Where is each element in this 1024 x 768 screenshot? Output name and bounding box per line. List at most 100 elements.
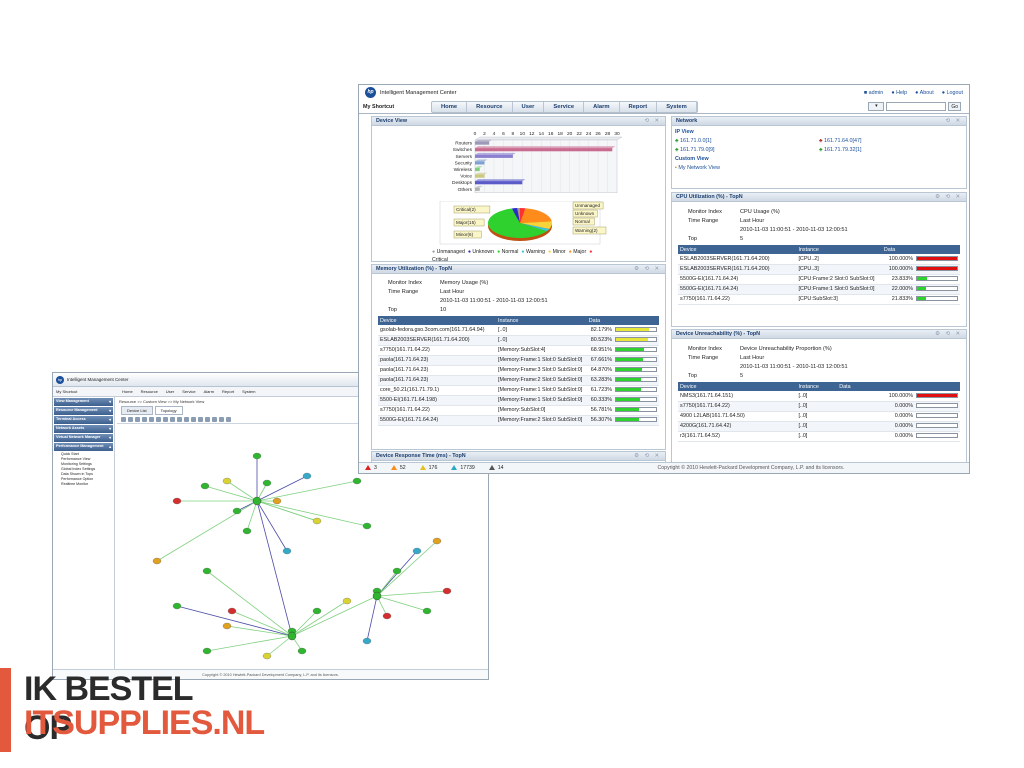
toolbar-icon[interactable]	[212, 417, 217, 422]
back-menu-home[interactable]: Home	[118, 389, 137, 394]
device-cell[interactable]: NMS3(161.71.64.151)	[678, 391, 797, 402]
device-cell[interactable]: ESLAB2003SERVER(161.71.64.200)	[378, 335, 497, 346]
about-link[interactable]: ● About	[915, 90, 934, 96]
column-header[interactable]: Data	[586, 316, 659, 325]
my-network-view-link[interactable]: ▪ My Network View	[675, 164, 963, 173]
menu-resource[interactable]: Resource	[467, 101, 513, 112]
logout-link[interactable]: ● Logout	[942, 90, 963, 96]
table-row[interactable]: r3(161.71.64.52) [..0] 0.000%	[678, 431, 960, 442]
panel-controls-icon[interactable]: ⟲ ✕	[644, 118, 661, 124]
toolbar-icon[interactable]	[135, 417, 140, 422]
sidebar-view-management[interactable]: View Management ▾	[54, 398, 113, 406]
device-cell[interactable]: 5500G-EI(161.71.64.24)	[378, 415, 497, 426]
front-shortcut[interactable]: My Shortcut	[359, 104, 431, 110]
menu-home[interactable]: Home	[432, 101, 468, 112]
go-button[interactable]: Go	[948, 102, 961, 111]
column-header[interactable]: Device	[378, 316, 497, 325]
table-row[interactable]: 5500G-EI(161.71.64.24) [Memory:Frame:2 Sl…	[378, 415, 659, 426]
alarm-warning-count[interactable]: 17739	[451, 465, 475, 471]
back-menu-alarm[interactable]: Alarm	[200, 389, 218, 394]
table-row[interactable]: paola(161.71.64.23) [Memory:Frame:1 Slot:…	[378, 355, 659, 366]
menu-alarm[interactable]: Alarm	[584, 101, 620, 112]
toolbar-icon[interactable]	[205, 417, 210, 422]
panel-controls-icon[interactable]: ⚙ ⟲ ✕	[935, 331, 962, 337]
sidebar-performance-management[interactable]: Performance Management ▴	[54, 443, 113, 451]
table-row[interactable]: core_50.21(161.71.79.1) [Memory:Frame:1 S…	[378, 385, 659, 396]
back-menu-resource[interactable]: Resource	[137, 389, 162, 394]
device-cell[interactable]: 5500G-EI(161.71.64.24)	[678, 284, 797, 295]
column-header[interactable]: Instance	[796, 382, 838, 391]
table-row[interactable]: ESLAB2003SERVER(161.71.64.200) [CPU..2] 10…	[678, 254, 960, 265]
ip-segment-link[interactable]: ♣ 161.71.64.0[47]	[819, 137, 862, 146]
table-row[interactable]: gsolab-fedora.gso.3com.com(161.71.64.94)…	[378, 325, 659, 336]
back-menu-system[interactable]: System	[238, 389, 259, 394]
menu-report[interactable]: Report	[620, 101, 658, 112]
device-cell[interactable]: s7750(161.71.64.22)	[678, 294, 797, 305]
device-cell[interactable]: core_50.21(161.71.79.1)	[378, 385, 497, 396]
panel-controls-icon[interactable]: ⚙ ⟲ ✕	[935, 194, 962, 200]
toolbar-icon[interactable]	[163, 417, 168, 422]
alarm-critical-count[interactable]: 3	[365, 465, 377, 471]
device-cell[interactable]: paola(161.71.64.23)	[378, 355, 497, 366]
device-cell[interactable]: 5500G-EI(161.71.64.24)	[678, 274, 797, 285]
toolbar-icon[interactable]	[149, 417, 154, 422]
alarm-major-count[interactable]: 52	[390, 465, 406, 471]
search-input[interactable]	[886, 102, 947, 111]
back-shortcut[interactable]: My Shortcut	[53, 389, 118, 394]
menu-service[interactable]: Service	[544, 101, 585, 112]
toolbar-icon[interactable]	[177, 417, 182, 422]
toolbar-icon[interactable]	[170, 417, 175, 422]
toolbar-icon[interactable]	[191, 417, 196, 422]
table-row[interactable]: 5500-EI(161.71.64.198) [Memory:Frame:1 Sl…	[378, 395, 659, 406]
toolbar-icon[interactable]	[121, 417, 126, 422]
table-row[interactable]: s7750(161.71.64.22) [CPU:SubSlot:3] 21.833…	[678, 294, 960, 305]
ip-segment-link[interactable]: ♣ 161.71.79.0[9]	[675, 146, 819, 155]
table-row[interactable]: 4200G(161.71.64.42) [..0] 0.000%	[678, 421, 960, 432]
column-header[interactable]: Data	[881, 245, 960, 254]
toolbar-icon[interactable]	[184, 417, 189, 422]
back-menu-service[interactable]: Service	[178, 389, 199, 394]
device-cell[interactable]: 5500-EI(161.71.64.198)	[378, 395, 497, 406]
device-cell[interactable]: s7750(161.71.64.22)	[378, 405, 497, 416]
column-header[interactable]: Instance	[496, 316, 587, 325]
toolbar-icon[interactable]	[198, 417, 203, 422]
table-row[interactable]: s7750(161.71.64.22) [Memory:SubSlot:4] 68.…	[378, 345, 659, 356]
sidebar-resource-management[interactable]: Resource Management ▾	[54, 407, 113, 415]
toolbar-icon[interactable]	[156, 417, 161, 422]
tab-device-list[interactable]: Device List	[121, 406, 153, 415]
column-header[interactable]: Instance	[796, 245, 882, 254]
tab-topology[interactable]: Topology	[154, 406, 183, 415]
menu-system[interactable]: System	[657, 101, 697, 112]
table-row[interactable]: ESLAB2003SERVER(161.71.64.200) [CPU..3] 10…	[678, 264, 960, 275]
toolbar-icon[interactable]	[219, 417, 224, 422]
column-header[interactable]: Data	[837, 382, 960, 391]
toolbar-icon[interactable]	[128, 417, 133, 422]
device-cell[interactable]: s7750(161.71.64.22)	[378, 345, 497, 356]
sidebar-item-realtime-monitor[interactable]: Realtime Monitor	[53, 481, 114, 486]
help-link[interactable]: ● Help	[891, 90, 907, 96]
toolbar-icon[interactable]	[142, 417, 147, 422]
panel-controls-icon[interactable]: ⟲ ✕	[945, 118, 962, 124]
device-cell[interactable]: ESLAB2003SERVER(161.71.64.200)	[678, 264, 797, 275]
device-cell[interactable]: 4900 L2LAB(161.71.64.50)	[678, 411, 797, 422]
device-cell[interactable]: s7750(161.71.64.22)	[678, 401, 797, 412]
menu-user[interactable]: User	[513, 101, 545, 112]
alarm-info-count[interactable]: 14	[488, 465, 504, 471]
table-row[interactable]: 5500G-EI(161.71.64.24) [CPU:Frame:1 Slot:…	[678, 284, 960, 295]
device-cell[interactable]: paola(161.71.64.23)	[378, 365, 497, 376]
table-row[interactable]: s7750(161.71.64.22) [..0] 0.000%	[678, 401, 960, 412]
device-cell[interactable]: r3(161.71.64.52)	[678, 431, 797, 442]
sidebar-terminal-access[interactable]: Terminal Access ▾	[54, 416, 113, 424]
device-cell[interactable]: paola(161.71.64.23)	[378, 375, 497, 386]
table-row[interactable]: paola(161.71.64.23) [Memory:Frame:2 Slot:…	[378, 375, 659, 386]
topology-canvas[interactable]	[117, 441, 489, 676]
column-header[interactable]: Device	[678, 382, 797, 391]
table-row[interactable]: NMS3(161.71.64.151) [..0] 100.000%	[678, 391, 960, 402]
alarm-minor-count[interactable]: 176	[419, 465, 437, 471]
back-menu-report[interactable]: Report	[218, 389, 238, 394]
ip-segment-link[interactable]: ♣ 161.71.79.32[1]	[819, 146, 862, 155]
table-row[interactable]: 5500G-EI(161.71.64.24) [CPU:Frame:2 Slot:…	[678, 274, 960, 285]
panel-controls-icon[interactable]: ⚙ ⟲ ✕	[634, 266, 661, 272]
table-row[interactable]: paola(161.71.64.23) [Memory:Frame:3 Slot:…	[378, 365, 659, 376]
device-cell[interactable]: ESLAB2003SERVER(161.71.64.200)	[678, 254, 797, 265]
